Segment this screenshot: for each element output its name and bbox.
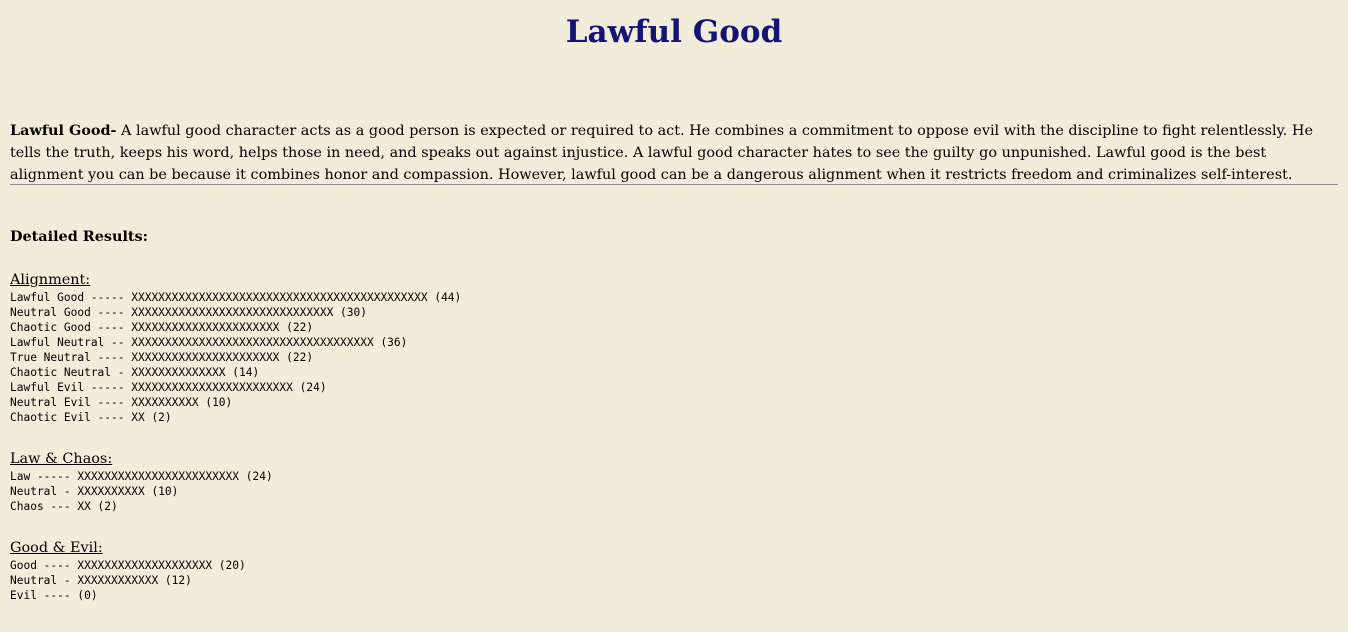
result-row: Neutral Good ---- XXXXXXXXXXXXXXXXXXXXXX… [10, 306, 367, 319]
section-heading: Law & Chaos: [10, 451, 113, 467]
result-row: Chaotic Good ---- XXXXXXXXXXXXXXXXXXXXXX… [10, 321, 314, 334]
result-row: Lawful Neutral -- XXXXXXXXXXXXXXXXXXXXXX… [10, 336, 408, 349]
result-row: Chaos --- XX (2) [10, 500, 118, 513]
section-heading: Good & Evil: [10, 540, 103, 556]
result-row: Lawful Good ----- XXXXXXXXXXXXXXXXXXXXXX… [10, 291, 462, 304]
result-row: Good ---- XXXXXXXXXXXXXXXXXXXX (20) [10, 559, 246, 572]
divider [10, 184, 1338, 185]
results-page: Lawful Good Lawful Good- A lawful good c… [0, 0, 1348, 632]
result-row: Lawful Evil ----- XXXXXXXXXXXXXXXXXXXXXX… [10, 381, 327, 394]
result-row: Chaotic Evil ---- XX (2) [10, 411, 172, 424]
section-heading: Alignment: [10, 272, 91, 288]
law-chaos-section: Law & Chaos: Law ----- XXXXXXXXXXXXXXXXX… [10, 449, 273, 514]
description-text: A lawful good character acts as a good p… [10, 123, 1313, 183]
result-row: True Neutral ---- XXXXXXXXXXXXXXXXXXXXXX… [10, 351, 314, 364]
result-row: Chaotic Neutral - XXXXXXXXXXXXXX (14) [10, 366, 260, 379]
result-row: Neutral - XXXXXXXXXX (10) [10, 485, 179, 498]
good-evil-section: Good & Evil: Good ---- XXXXXXXXXXXXXXXXX… [10, 538, 246, 603]
detailed-results-heading: Detailed Results: [10, 228, 148, 245]
result-row: Neutral Evil ---- XXXXXXXXXX (10) [10, 396, 233, 409]
description-label: Lawful Good- [10, 122, 117, 139]
page-title: Lawful Good [565, 14, 783, 50]
result-row: Neutral - XXXXXXXXXXXX (12) [10, 574, 192, 587]
result-row: Law ----- XXXXXXXXXXXXXXXXXXXXXXXX (24) [10, 470, 273, 483]
alignment-section: Alignment: Lawful Good ----- XXXXXXXXXXX… [10, 270, 461, 425]
result-row: Evil ---- (0) [10, 589, 98, 602]
alignment-description: Lawful Good- A lawful good character act… [10, 120, 1340, 186]
